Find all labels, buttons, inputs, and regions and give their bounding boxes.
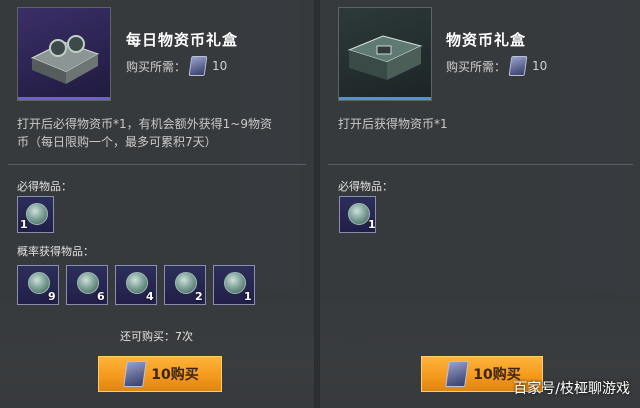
- remaining-purchases: 还可购买：7次: [120, 330, 193, 343]
- buy-button-label: 10购买: [151, 367, 199, 383]
- chance-item[interactable]: 4: [115, 265, 157, 305]
- guaranteed-item[interactable]: 1: [17, 196, 54, 233]
- supply-coin-icon: [26, 203, 48, 225]
- daily-gift-box-card: 每日物资币礼盒 购买所需： 10 打开后必得物资币*1，有机会额外获得1~9物资…: [0, 0, 315, 408]
- supply-coin-icon: [224, 272, 246, 294]
- item-count: 2: [195, 290, 203, 303]
- supply-coin-icon: [123, 361, 148, 387]
- chance-item[interactable]: 6: [66, 265, 108, 305]
- guaranteed-items-label: 必得物品：: [338, 180, 393, 193]
- watermark: 百家号/枝桠聊游戏: [513, 381, 630, 397]
- divider: [328, 164, 633, 165]
- description-line: 打开后必得物资币*1，有机会额外获得1~9物资: [17, 117, 272, 131]
- rarity-bar: [18, 97, 110, 100]
- guaranteed-item[interactable]: 1: [339, 196, 376, 233]
- price-value: 10: [212, 59, 228, 73]
- supply-coin-icon: [508, 56, 528, 76]
- gift-box-image: [338, 7, 432, 101]
- daily-gift-box-image: [17, 7, 111, 101]
- item-count: 9: [48, 290, 56, 303]
- supply-coin-icon: [126, 272, 148, 294]
- chance-item[interactable]: 1: [213, 265, 255, 305]
- guaranteed-items-label: 必得物品：: [17, 180, 72, 193]
- item-count: 1: [368, 218, 376, 231]
- gift-box-card: 物资币礼盒 购买所需： 10 打开后获得物资币*1 必得物品： 1 10购买: [319, 0, 640, 408]
- buy-button[interactable]: 10购买: [98, 356, 222, 392]
- gift-box-icon: [347, 35, 423, 80]
- supply-coin-icon: [445, 361, 470, 387]
- card-title: 物资币礼盒: [446, 31, 527, 49]
- price-label: 购买所需：: [126, 59, 187, 74]
- card-description: 打开后获得物资币*1: [338, 117, 448, 131]
- supply-coin-icon: [348, 203, 370, 225]
- item-count: 4: [146, 290, 154, 303]
- price-row: 购买所需： 10: [446, 56, 547, 76]
- supply-coin-icon: [175, 272, 197, 294]
- rarity-bar: [339, 97, 431, 100]
- card-description: 打开后必得物资币*1，有机会额外获得1~9物资 币（每日限购一个，最多可累积7天…: [17, 115, 307, 151]
- chance-item[interactable]: 2: [164, 265, 206, 305]
- supply-coin-icon: [188, 56, 208, 76]
- price-label: 购买所需：: [446, 59, 507, 74]
- supply-coin-icon: [77, 272, 99, 294]
- description-line: 币（每日限购一个，最多可累积7天）: [17, 135, 217, 149]
- gift-box-icon: [30, 35, 100, 84]
- chance-items-label: 概率获得物品：: [17, 245, 94, 258]
- item-count: 1: [20, 218, 28, 231]
- divider: [8, 164, 306, 165]
- item-count: 1: [244, 290, 252, 303]
- price-row: 购买所需： 10: [126, 56, 227, 76]
- price-value: 10: [532, 59, 548, 73]
- item-count: 6: [97, 290, 105, 303]
- chance-item[interactable]: 9: [17, 265, 59, 305]
- supply-coin-icon: [28, 272, 50, 294]
- card-title: 每日物资币礼盒: [126, 31, 239, 49]
